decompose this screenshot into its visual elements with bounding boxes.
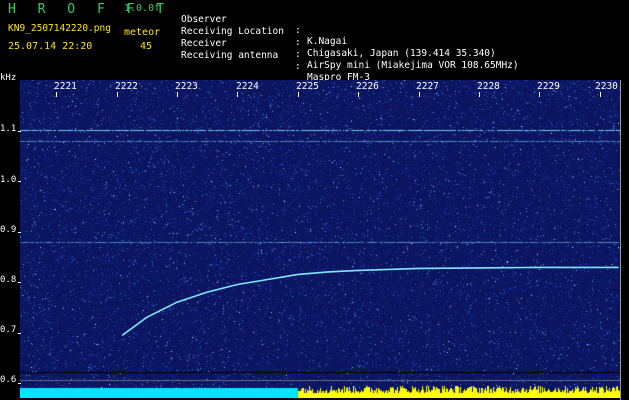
event-count: 45 xyxy=(140,41,153,52)
x-tick-mark xyxy=(539,92,541,97)
y-tick-mark xyxy=(18,231,21,233)
x-tick-label: 2222 xyxy=(115,81,138,92)
x-tick-label: 2228 xyxy=(477,81,500,92)
y-tick-mark xyxy=(18,181,21,182)
x-tick-label: 2225 xyxy=(296,81,319,92)
x-tick-label: 2221 xyxy=(54,81,77,92)
x-tick-mark xyxy=(297,92,299,97)
info-value: K.Nagai xyxy=(307,36,348,47)
x-tick-label: 2223 xyxy=(175,81,198,92)
x-tick-mark xyxy=(479,92,481,97)
y-tick-label: 0.6 xyxy=(0,375,17,385)
info-row-observer: Observer : K.Nagai xyxy=(181,3,347,47)
waterfall-plot[interactable] xyxy=(20,80,620,398)
info-colon: : xyxy=(295,37,301,48)
y-tick-mark xyxy=(18,282,21,283)
info-row-location: Receiving Location : Chigasaki, Japan (1… xyxy=(181,15,496,59)
info-key: Receiving Location xyxy=(181,26,284,37)
x-tick-mark xyxy=(418,92,420,97)
y-tick-label: 1.1 xyxy=(0,124,17,134)
filename-label: KN9_2507142220.png xyxy=(8,23,111,34)
x-tick-label: 2224 xyxy=(236,81,259,92)
x-tick-label: 2227 xyxy=(416,81,439,92)
y-tick-label: 1.0 xyxy=(0,175,17,185)
y-tick-mark xyxy=(18,332,21,334)
y-tick-label: 0.9 xyxy=(0,225,17,235)
x-tick-mark xyxy=(237,92,239,97)
x-tick-mark xyxy=(177,92,179,97)
y-axis-unit: kHz xyxy=(0,73,17,83)
x-tick-label: 2226 xyxy=(356,81,379,92)
event-type-label: meteor xyxy=(124,27,161,38)
x-tick-mark xyxy=(599,92,601,97)
info-colon: : xyxy=(295,61,301,72)
info-value: Chigasaki, Japan (139.414 35.340) xyxy=(307,48,496,59)
y-tick-label: 0.8 xyxy=(0,275,17,285)
x-tick-label: 2230 xyxy=(595,81,618,92)
timestamp-label: 25.07.14 22:20 xyxy=(8,41,93,52)
info-colon: : xyxy=(295,25,301,36)
meteor-trace-layer xyxy=(121,266,619,336)
y-tick-mark xyxy=(18,130,21,132)
info-row-antenna: Receiving antenna : Maspro FM-3 xyxy=(181,39,370,83)
x-tick-mark xyxy=(116,92,118,97)
version-label: 1.0.0f xyxy=(124,3,161,14)
info-row-receiver: Receiver : AirSpy mini (Miakejima VOR 10… xyxy=(181,27,519,71)
y-tick-mark xyxy=(18,383,21,384)
y-tick-label: 0.7 xyxy=(0,325,17,335)
plot-right-frame xyxy=(620,80,621,400)
meteor-doppler-trace xyxy=(121,266,619,336)
info-colon: : xyxy=(295,49,301,60)
x-tick-mark xyxy=(358,92,360,97)
info-value: AirSpy mini (Miakejima VOR 108.65MHz) xyxy=(307,60,519,71)
x-tick-label: 2229 xyxy=(537,81,560,92)
x-tick-mark xyxy=(56,92,58,97)
info-key: Receiving antenna xyxy=(181,50,279,61)
